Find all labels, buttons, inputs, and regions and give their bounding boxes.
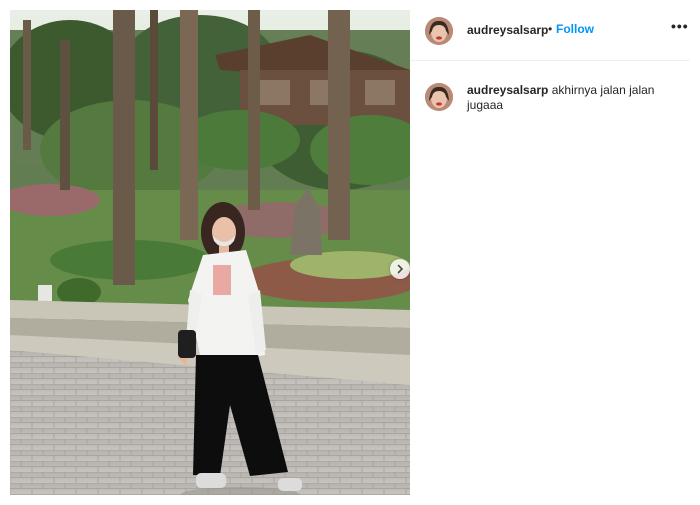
post-side-panel: audreysalsarp • Follow ••• audreysalsarp… bbox=[410, 10, 690, 495]
caption-avatar[interactable] bbox=[425, 83, 453, 111]
post-header: audreysalsarp • Follow ••• bbox=[410, 10, 690, 61]
separator-dot: • bbox=[548, 22, 553, 36]
avatar-image bbox=[425, 83, 453, 111]
post-photo[interactable] bbox=[10, 10, 410, 495]
instagram-post: audreysalsarp • Follow ••• audreysalsarp… bbox=[0, 0, 700, 505]
chevron-right-icon bbox=[397, 264, 404, 274]
next-photo-button[interactable] bbox=[390, 259, 410, 279]
follow-button[interactable]: Follow bbox=[556, 22, 594, 36]
more-options-icon[interactable]: ••• bbox=[671, 18, 689, 34]
header-username[interactable]: audreysalsarp bbox=[467, 23, 548, 37]
caption-text: audreysalsarp akhirnya jalan jalan jugaa… bbox=[467, 83, 667, 113]
avatar[interactable] bbox=[425, 17, 453, 45]
photo-image bbox=[10, 10, 410, 495]
avatar-image bbox=[425, 17, 453, 45]
caption-username[interactable]: audreysalsarp bbox=[467, 83, 548, 97]
